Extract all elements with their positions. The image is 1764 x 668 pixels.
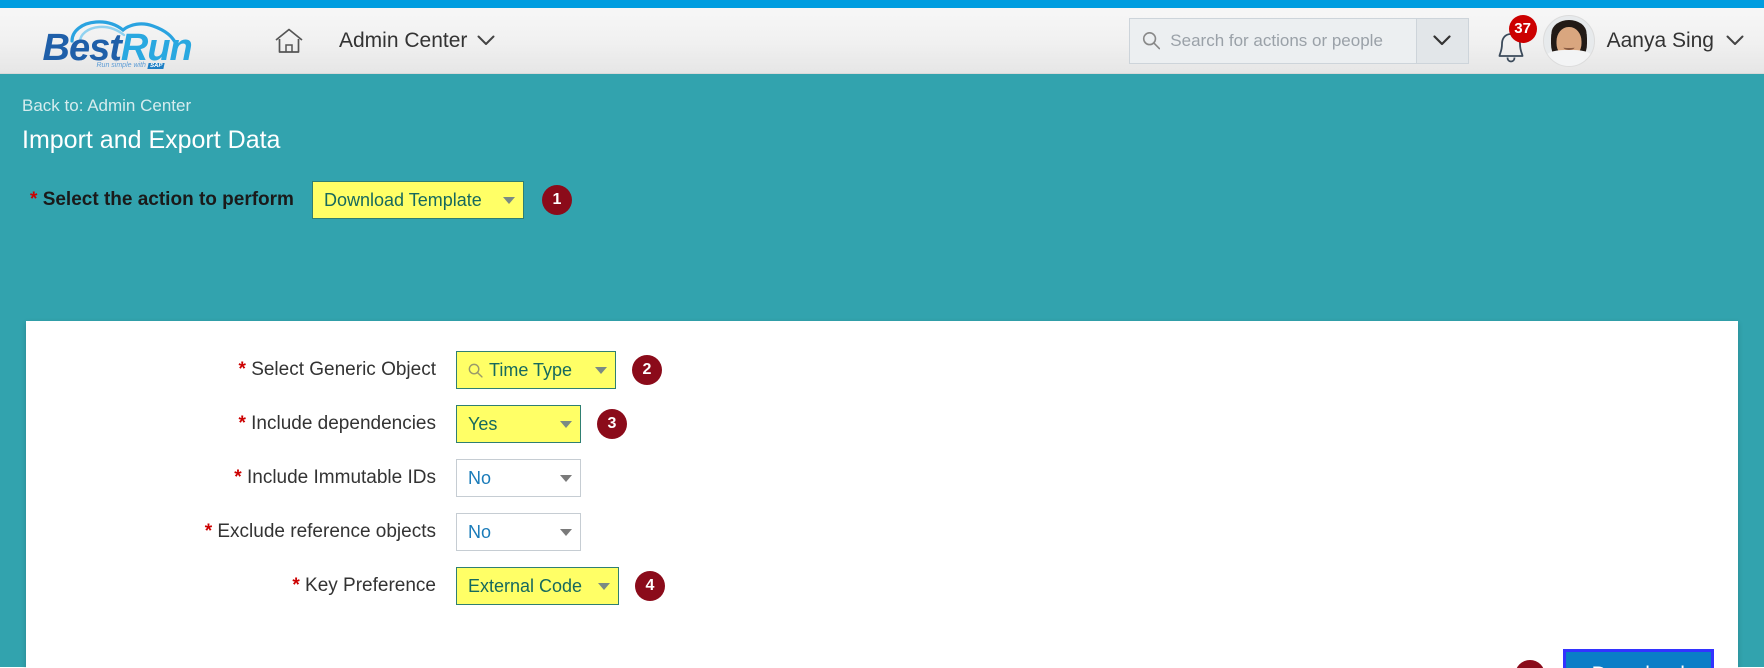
company-logo[interactable]: BestRun Run simple with SAP [0,8,245,73]
required-marker: * [30,189,38,210]
required-marker: * [238,413,246,434]
chevron-down-icon [1726,35,1744,45]
required-marker: * [292,575,300,596]
step-badge-1: 1 [541,185,572,215]
field-label-text: Include Immutable IDs [246,467,436,488]
include-immutable-ids-dropdown[interactable]: No [456,459,581,497]
logo-tagline: Run simple with SAP [97,62,165,69]
avatar [1542,14,1595,67]
step-badge-4: 4 [635,571,665,601]
step-badge-2: 2 [632,355,662,385]
field-wrap: No [456,459,581,497]
breadcrumb[interactable]: Back to: Admin Center [0,74,1764,116]
step-badge-3: 3 [597,409,627,439]
action-dropdown-value: Download Template [323,189,482,210]
key-preference-value: External Code [468,575,583,596]
download-button[interactable]: Download [1562,649,1714,668]
page-title: Import and Export Data [22,126,281,154]
search-icon [1142,32,1160,50]
chevron-down-icon [477,35,495,45]
action-dropdown[interactable]: Download Template [311,181,524,219]
nav-admin-center[interactable]: Admin Center [339,29,495,53]
form-row: * Include dependencies Yes 3 [26,405,1738,443]
exclude-reference-objects-value: No [468,521,492,542]
search-field[interactable] [1130,19,1416,63]
field-wrap: Time Type 2 [456,351,662,389]
nav-title-label: Admin Center [339,28,468,52]
form-row: * Exclude reference objects No [26,513,1738,551]
user-menu[interactable]: Aanya Sing [1542,14,1752,67]
action-label: * Select the action to perform [30,189,294,211]
form-row: * Key Preference External Code 4 [26,567,1738,605]
notification-count-badge: 37 [1508,14,1537,43]
key-preference-dropdown[interactable]: External Code [456,567,619,605]
required-marker: * [238,359,246,380]
search-input[interactable] [1170,30,1404,51]
include-immutable-ids-value: No [468,467,492,488]
form-row: * Include Immutable IDs No [26,459,1738,497]
notifications-button[interactable]: 37 [1487,14,1537,65]
global-search[interactable] [1128,17,1469,64]
field-label-text: Key Preference [305,575,436,596]
top-accent-strip [0,0,1764,8]
chevron-down-icon [598,582,611,590]
field-wrap: Yes 3 [456,405,627,443]
required-marker: * [204,521,213,542]
export-form: * Select Generic Object Time Type 2 * In… [26,321,1738,605]
field-wrap: No [456,513,581,551]
search-icon [468,363,483,378]
field-label-key-preference: * Key Preference [26,575,456,597]
field-label-exclude-reference-objects: * Exclude reference objects [26,521,456,543]
logo-tagline-brand: SAP [147,62,165,69]
field-label-text: Exclude reference objects [217,521,436,542]
step-badge-5: 5 [1514,660,1545,668]
chevron-down-icon [1433,35,1451,46]
field-label-include-dependencies: * Include dependencies [26,413,456,435]
action-label-text: Select the action to perform [42,189,294,210]
field-label-include-immutable-ids: * Include Immutable IDs [26,467,456,489]
field-label-select-generic-object: * Select Generic Object [26,359,456,381]
chevron-down-icon [502,196,515,204]
field-label-text: Include dependencies [251,413,436,434]
exclude-reference-objects-dropdown[interactable]: No [456,513,581,551]
chevron-down-icon [595,366,607,374]
field-wrap: External Code 4 [456,567,665,605]
home-icon [275,28,303,53]
app-header: BestRun Run simple with SAP Admin Center [0,8,1764,74]
chevron-down-icon [560,474,572,482]
action-selector-row: * Select the action to perform Download … [0,155,1764,219]
form-card: * Select Generic Object Time Type 2 * In… [26,321,1738,668]
user-name-label: Aanya Sing [1606,28,1714,52]
card-footer: 5 Download [1514,649,1714,668]
select-generic-object-value: Time Type [489,359,573,380]
logo-tagline-text: Run simple with [96,61,146,69]
required-marker: * [234,467,242,488]
home-button[interactable] [263,15,315,67]
select-generic-object-dropdown[interactable]: Time Type [456,351,616,389]
include-dependencies-dropdown[interactable]: Yes [456,405,581,443]
page-body: Back to: Admin Center Import and Export … [0,74,1764,668]
chevron-down-icon [560,420,572,428]
chevron-down-icon [560,528,572,536]
form-row: * Select Generic Object Time Type 2 [26,351,1738,389]
search-dropdown-button[interactable] [1415,18,1468,63]
field-label-text: Select Generic Object [251,359,436,380]
include-dependencies-value: Yes [468,413,498,434]
